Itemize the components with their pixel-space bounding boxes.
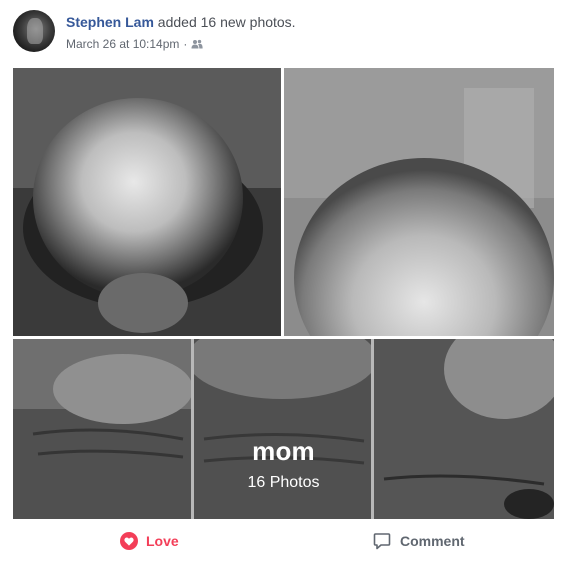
- author-avatar[interactable]: [13, 10, 55, 52]
- post-header: Stephen Lam added 16 new photos. March 2…: [13, 10, 553, 58]
- album-photo-count: 16 Photos: [247, 474, 320, 491]
- album-overlay-link[interactable]: mom 16 Photos: [13, 339, 554, 519]
- post-meta: March 26 at 10:14pm ·: [66, 37, 204, 51]
- post-headline: Stephen Lam added 16 new photos.: [66, 14, 296, 30]
- friends-icon[interactable]: [191, 39, 204, 49]
- post-actions-bar: Love Comment: [13, 523, 554, 559]
- photo-grid: mom 16 Photos: [13, 68, 554, 519]
- comment-button[interactable]: Comment: [373, 523, 465, 559]
- photo-2[interactable]: [284, 68, 554, 336]
- author-name-link[interactable]: Stephen Lam: [66, 14, 154, 30]
- heart-icon: [120, 532, 138, 550]
- meta-separator: ·: [183, 37, 188, 51]
- album-title: mom: [252, 436, 315, 466]
- post-timestamp-link[interactable]: March 26 at 10:14pm: [66, 37, 179, 51]
- love-label: Love: [146, 533, 179, 549]
- photo-1[interactable]: [13, 68, 281, 336]
- love-button[interactable]: Love: [120, 523, 179, 559]
- comment-bubble-icon: [373, 532, 391, 550]
- post-action-text: added 16 new photos.: [157, 14, 296, 30]
- comment-label: Comment: [400, 533, 465, 549]
